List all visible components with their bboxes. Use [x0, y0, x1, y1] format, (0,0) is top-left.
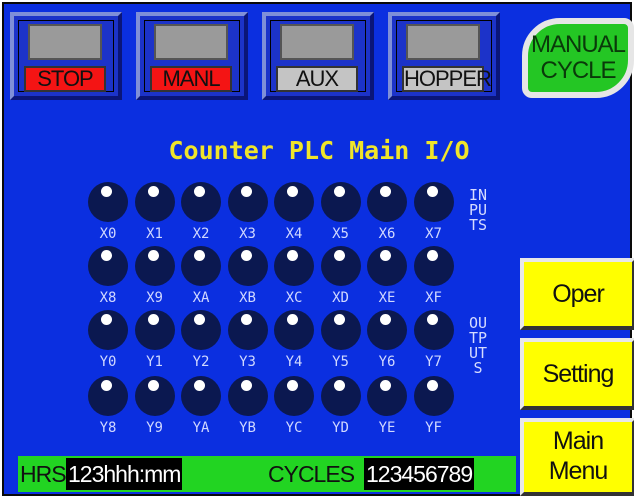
- io-label-y8: Y8: [99, 420, 117, 436]
- io-indicator-ye: [367, 376, 407, 416]
- io-indicator-x1: [134, 182, 175, 222]
- main-menu-label-1: Main: [552, 427, 604, 455]
- aux-label: AUX: [276, 66, 358, 92]
- manual-cycle-button[interactable]: MANUAL CYCLE: [522, 18, 634, 98]
- io-indicator-yd: [320, 376, 361, 416]
- status-bar: HRS 123hhh:mm CYCLES 123456789: [18, 456, 516, 492]
- io-indicator-y4: [274, 310, 314, 350]
- io-label-yc: YC: [285, 420, 303, 436]
- io-label-y2: Y2: [192, 354, 210, 370]
- io-label-x7: X7: [425, 226, 442, 242]
- stop-button[interactable]: STOP: [10, 12, 122, 100]
- io-label-y6: Y6: [378, 354, 396, 370]
- io-indicator-yf: [413, 376, 454, 416]
- io-indicator-y1: [134, 310, 175, 350]
- io-label-x9: X9: [146, 290, 163, 306]
- io-label-y7: Y7: [425, 354, 442, 370]
- cycles-value: 123456789: [364, 458, 475, 490]
- io-label-x0: X0: [99, 226, 117, 242]
- io-label-yd: YD: [332, 420, 349, 436]
- io-label-x8: X8: [99, 290, 117, 306]
- hopper-button[interactable]: HOPPER: [388, 12, 500, 100]
- io-indicator-y8: [88, 376, 128, 416]
- io-indicator-xf: [413, 246, 454, 286]
- io-indicator-x2: [181, 182, 221, 222]
- io-indicator-y2: [181, 310, 221, 350]
- io-label-xd: XD: [332, 290, 349, 306]
- io-label-x6: X6: [378, 226, 396, 242]
- manual-cycle-line2: CYCLE: [540, 57, 616, 84]
- io-label-xc: XC: [285, 290, 303, 306]
- stop-lamp: [28, 24, 102, 60]
- aux-button[interactable]: AUX: [262, 12, 374, 100]
- io-indicator-y9: [134, 376, 175, 416]
- io-indicator-xb: [227, 246, 268, 286]
- inputs-label: INPUTS: [468, 186, 488, 234]
- io-indicator-y5: [320, 310, 361, 350]
- io-label-x3: X3: [239, 226, 256, 242]
- cycles-label: CYCLES: [268, 461, 355, 487]
- io-label-y0: Y0: [99, 354, 117, 370]
- io-label-x5: X5: [332, 226, 349, 242]
- setting-label: Setting: [542, 360, 615, 388]
- io-indicator-yc: [274, 376, 314, 416]
- io-indicator-x9: [134, 246, 175, 286]
- io-label-xe: XE: [378, 290, 396, 306]
- manl-label: MANL: [150, 66, 232, 92]
- io-indicator-x7: [413, 182, 454, 222]
- io-indicator-xc: [274, 246, 314, 286]
- io-label-y4: Y4: [285, 354, 303, 370]
- manl-button[interactable]: MANL: [136, 12, 248, 100]
- aux-lamp: [280, 24, 354, 60]
- manl-lamp: [154, 24, 228, 60]
- io-label-ye: YE: [378, 420, 396, 436]
- io-label-y3: Y3: [239, 354, 256, 370]
- io-label-y5: Y5: [332, 354, 349, 370]
- hopper-lamp: [406, 24, 480, 60]
- io-indicator-x0: [88, 182, 128, 222]
- io-label-yf: YF: [425, 420, 442, 436]
- stop-label: STOP: [24, 66, 106, 92]
- io-indicator-y7: [413, 310, 454, 350]
- oper-label: Oper: [552, 280, 605, 308]
- io-indicator-ya: [181, 376, 221, 416]
- hrs-value: 123hhh:mm: [66, 458, 183, 490]
- oper-button[interactable]: Oper: [520, 258, 634, 330]
- io-indicator-xa: [181, 246, 221, 286]
- io-label-y1: Y1: [146, 354, 163, 370]
- io-indicator-xe: [367, 246, 407, 286]
- main-menu-button[interactable]: Main Menu: [520, 418, 634, 496]
- io-label-y9: Y9: [146, 420, 163, 436]
- io-indicator-x5: [320, 182, 361, 222]
- outputs-label: OUTPUTS: [468, 314, 488, 377]
- io-indicator-x3: [227, 182, 268, 222]
- hrs-label: HRS: [20, 461, 67, 487]
- io-indicator-x8: [88, 246, 128, 286]
- io-label-x1: X1: [146, 226, 163, 242]
- io-indicator-yb: [227, 376, 268, 416]
- io-label-xf: XF: [425, 290, 442, 306]
- io-indicator-xd: [320, 246, 361, 286]
- io-label-x2: X2: [192, 226, 210, 242]
- io-indicator-x4: [274, 182, 314, 222]
- io-label-xa: XA: [192, 290, 210, 306]
- io-indicator-y3: [227, 310, 268, 350]
- hopper-label: HOPPER: [402, 66, 492, 92]
- setting-button[interactable]: Setting: [520, 338, 634, 410]
- io-label-ya: YA: [192, 420, 210, 436]
- io-label-x4: X4: [285, 226, 303, 242]
- io-label-xb: XB: [239, 290, 256, 306]
- page-title: Counter PLC Main I/O: [168, 136, 470, 165]
- io-indicator-y6: [367, 310, 407, 350]
- io-label-yb: YB: [239, 420, 256, 436]
- io-indicator-x6: [367, 182, 407, 222]
- manual-cycle-line1: MANUAL: [530, 31, 626, 58]
- io-indicator-y0: [88, 310, 128, 350]
- hmi-screen: STOP MANL AUX HOPPER MANUAL CYCLE Counte…: [2, 2, 634, 496]
- main-menu-label-2: Menu: [548, 457, 609, 485]
